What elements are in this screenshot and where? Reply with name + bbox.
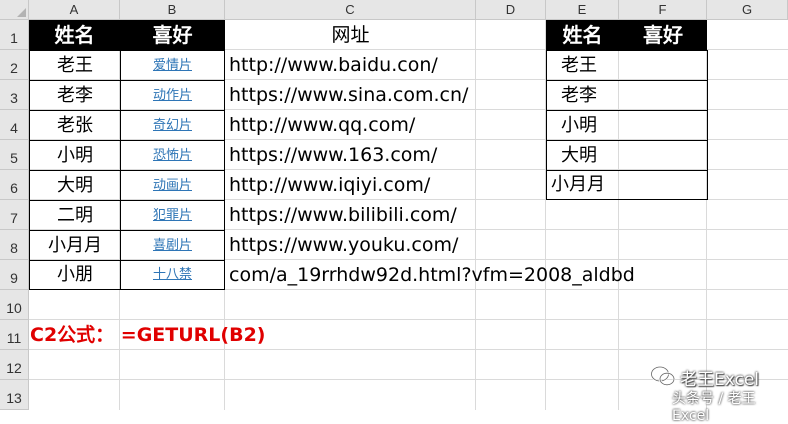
table2-name-cell[interactable]: 大明	[546, 140, 708, 171]
formula-note[interactable]: C2公式： =GETURL(B2)	[30, 320, 265, 350]
row-header-7[interactable]: 7	[0, 200, 29, 230]
url-cell[interactable]: http://www.baidu.con/	[229, 50, 438, 80]
column-header-a[interactable]: A	[29, 0, 120, 20]
url-cell[interactable]: com/a_19rrhdw92d.html?vfm=2008_aldbd	[229, 260, 635, 290]
table1-fav-link[interactable]: 恐怖片	[120, 140, 225, 171]
select-all-triangle-icon	[17, 8, 26, 17]
table2-name-cell[interactable]: 小月月	[546, 170, 708, 200]
row-header-12[interactable]: 12	[0, 350, 29, 380]
column-header-c[interactable]: C	[225, 0, 476, 20]
column-header-e[interactable]: E	[546, 0, 619, 20]
cell-f1-header-fav[interactable]: 喜好	[619, 20, 707, 50]
table1-fav-link[interactable]: 爱情片	[120, 50, 225, 81]
column-header-b[interactable]: B	[120, 0, 225, 20]
table1-fav-link[interactable]: 犯罪片	[120, 200, 225, 231]
table1-name-cell[interactable]: 大明	[29, 170, 121, 201]
row-header-3[interactable]: 3	[0, 80, 29, 110]
row-header-4[interactable]: 4	[0, 110, 29, 140]
url-cell[interactable]: https://www.youku.com/	[229, 230, 458, 260]
watermark-source: 头条号 / 老王Excel	[672, 391, 756, 424]
watermark-name: 老王Excel	[680, 370, 760, 390]
row-header-13[interactable]: 13	[0, 380, 29, 410]
row-header-8[interactable]: 8	[0, 230, 29, 260]
table1-fav-link[interactable]: 奇幻片	[120, 110, 225, 141]
column-header-d[interactable]: D	[476, 0, 546, 20]
url-cell[interactable]: https://www.163.com/	[229, 140, 437, 170]
table1-fav-link[interactable]: 动作片	[120, 80, 225, 111]
table1-fav-link[interactable]: 动画片	[120, 170, 225, 201]
table1-name-cell[interactable]: 小明	[29, 140, 121, 171]
row-header-11[interactable]: 11	[0, 320, 29, 350]
table1-name-cell[interactable]: 小朋	[29, 260, 121, 290]
table1-fav-link[interactable]: 喜剧片	[120, 230, 225, 261]
url-cell[interactable]: https://www.sina.com.cn/	[229, 80, 468, 110]
cell-e1-header-name[interactable]: 姓名	[546, 20, 619, 50]
table1-name-cell[interactable]: 老李	[29, 80, 121, 111]
table1-name-cell[interactable]: 老张	[29, 110, 121, 141]
url-cell[interactable]: http://www.iqiyi.com/	[229, 170, 430, 200]
row-header-1[interactable]: 1	[0, 20, 29, 50]
cell-a1-header-name[interactable]: 姓名	[29, 20, 120, 50]
table2-name-cell[interactable]: 老李	[546, 80, 708, 111]
row-header-2[interactable]: 2	[0, 50, 29, 80]
table1-name-cell[interactable]: 小月月	[29, 230, 121, 261]
url-cell[interactable]: https://www.bilibili.com/	[229, 200, 457, 230]
row-header-9[interactable]: 9	[0, 260, 29, 290]
table1-name-cell[interactable]: 老王	[29, 50, 121, 81]
url-cell[interactable]: http://www.qq.com/	[229, 110, 415, 140]
column-header-g[interactable]: G	[707, 0, 788, 20]
cell-b1-header-fav[interactable]: 喜好	[120, 20, 225, 50]
table1-fav-link[interactable]: 十八禁	[120, 260, 225, 290]
row-header-10[interactable]: 10	[0, 290, 29, 320]
row-header-5[interactable]: 5	[0, 140, 29, 170]
wechat-icon	[650, 365, 676, 386]
table2-name-cell[interactable]: 老王	[546, 50, 708, 81]
row-header-6[interactable]: 6	[0, 170, 29, 200]
cell-c1-url-header[interactable]: 网址	[225, 20, 476, 50]
table2-name-cell[interactable]: 小明	[546, 110, 708, 141]
column-header-f[interactable]: F	[619, 0, 707, 20]
select-all-corner[interactable]	[0, 0, 29, 20]
table1-name-cell[interactable]: 二明	[29, 200, 121, 231]
